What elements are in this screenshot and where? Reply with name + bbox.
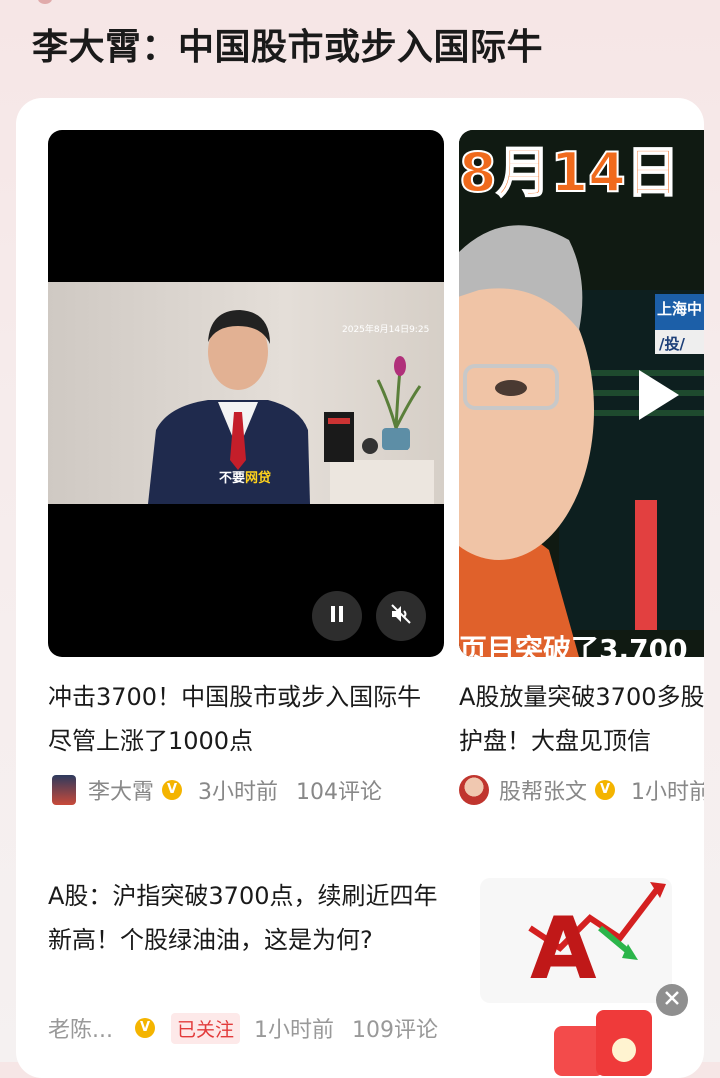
- video-item-1[interactable]: 2025年8月14日9:25 不要网贷 冲击3700！中国股市或步入国际牛 尽管…: [48, 130, 444, 763]
- play-button[interactable]: [635, 366, 683, 424]
- play-icon: [635, 370, 683, 428]
- top-decoration: [38, 0, 52, 4]
- comment-count[interactable]: 109评论: [352, 1012, 438, 1044]
- video-title-1[interactable]: 冲击3700！中国股市或步入国际牛 尽管上涨了1000点: [48, 675, 444, 763]
- red-envelope-decoration: [544, 1006, 654, 1076]
- video-date-overlay: 8月14日: [459, 140, 681, 205]
- video-player-2[interactable]: 8月14日 上海中 /投/ 页目突破了3,700: [459, 130, 704, 657]
- mute-button[interactable]: [376, 591, 426, 641]
- comment-count[interactable]: 104评论: [296, 774, 382, 806]
- video-title-2[interactable]: A股放量突破3700多股护盘！大盘见顶信: [459, 675, 704, 763]
- video-sign-line1: 上海中: [657, 300, 703, 318]
- pause-button[interactable]: [312, 591, 362, 641]
- article-thumbnail[interactable]: A: [480, 878, 672, 1003]
- video-frame-1: [48, 282, 444, 504]
- page-title: 李大霄：中国股市或步入国际牛: [32, 27, 544, 68]
- feed-card: 2025年8月14日9:25 不要网贷 冲击3700！中国股市或步入国际牛 尽管…: [16, 98, 704, 1078]
- article-meta: 老陈... V 已关注 1小时前 109评论: [48, 1012, 438, 1044]
- verified-badge-icon: V: [595, 780, 616, 800]
- video-meta-1: 李大霄 V 3小时前 104评论: [52, 770, 382, 810]
- post-time: 1小时前: [631, 780, 704, 805]
- author-name[interactable]: 股帮张文: [499, 774, 587, 806]
- close-icon: [664, 990, 680, 1010]
- video-timestamp-overlay: 2025年8月14日9:25: [342, 325, 430, 335]
- author-name[interactable]: 老陈...: [48, 1012, 113, 1044]
- post-time: 3小时前: [198, 780, 279, 805]
- thumb-letter: A: [530, 899, 597, 999]
- video-carousel[interactable]: 2025年8月14日9:25 不要网贷 冲击3700！中国股市或步入国际牛 尽管…: [16, 130, 704, 810]
- video-bottom-caption: 页目突破了3,700: [459, 633, 688, 657]
- caption-highlight: 网贷: [245, 471, 272, 486]
- volume-mute-icon: [389, 602, 413, 630]
- avatar[interactable]: [52, 775, 76, 805]
- follow-status-badge[interactable]: 已关注: [170, 1012, 240, 1044]
- video-player-1[interactable]: 2025年8月14日9:25 不要网贷: [48, 130, 444, 657]
- video-caption-overlay: 不要网贷: [219, 467, 271, 486]
- article-item[interactable]: A股：沪指突破3700点，续刷近四年新高！个股绿油油，这是为何?: [48, 874, 448, 962]
- article-title[interactable]: A股：沪指突破3700点，续刷近四年新高！个股绿油油，这是为何?: [48, 874, 448, 962]
- video-sign-line2: /投/: [659, 335, 685, 353]
- pause-icon: [327, 604, 347, 628]
- verified-badge-icon: V: [134, 1018, 155, 1038]
- caption-text: 不要: [219, 471, 246, 486]
- verified-badge-icon: V: [162, 780, 183, 800]
- avatar[interactable]: [459, 775, 489, 805]
- author-name[interactable]: 李大霄: [88, 774, 154, 806]
- post-time: 1小时前: [254, 1018, 334, 1043]
- close-button[interactable]: [656, 984, 688, 1016]
- video-meta-2: 股帮张文 V 1小时前: [459, 770, 704, 810]
- video-item-2[interactable]: 8月14日 上海中 /投/ 页目突破了3,700 A股放量突破3700多股护盘！…: [459, 130, 704, 763]
